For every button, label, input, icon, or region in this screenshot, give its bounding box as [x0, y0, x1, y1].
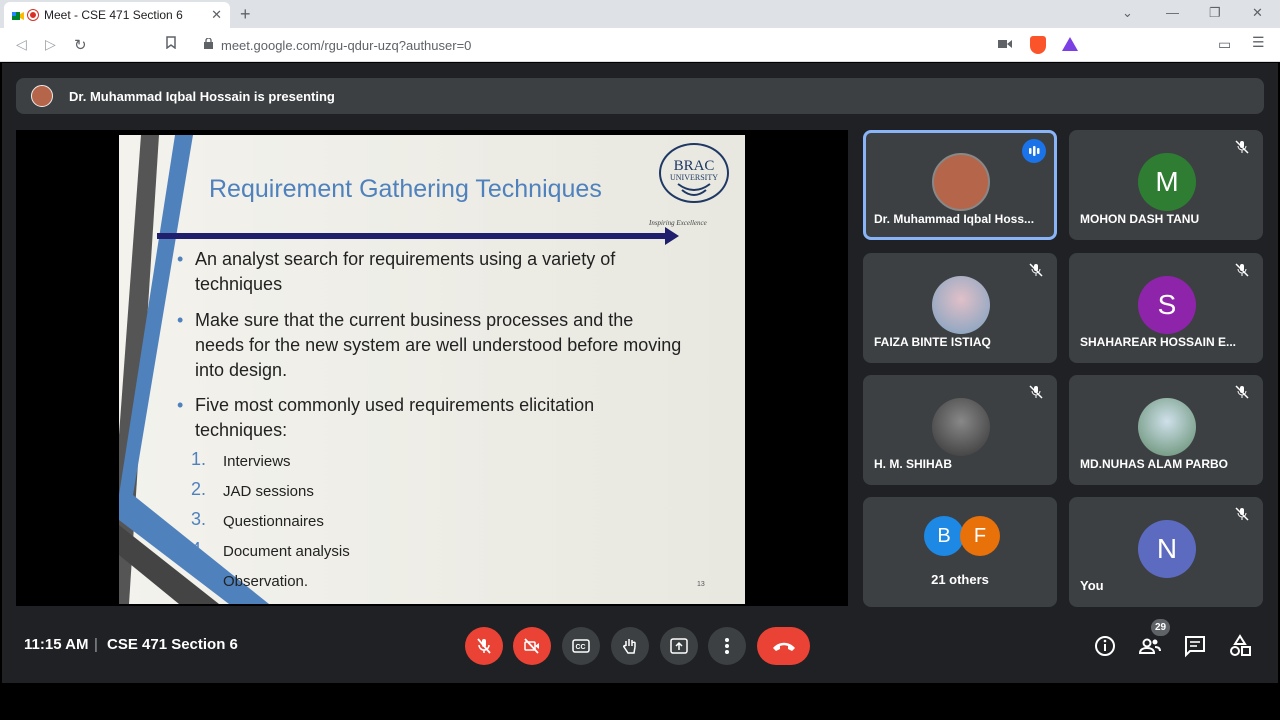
title-underline-arrow — [157, 233, 667, 239]
participant-tile[interactable]: FAIZA BINTE ISTIAQ — [863, 253, 1057, 363]
participant-name: H. M. SHIHAB — [874, 457, 952, 471]
url-text: meet.google.com/rgu-qdur-uzq?authuser=0 — [221, 37, 472, 53]
present-icon — [670, 638, 688, 654]
participant-name: Dr. Muhammad Iqbal Hoss... — [874, 212, 1035, 226]
mic-off-icon — [477, 638, 491, 654]
reload-icon[interactable]: ↻ — [74, 36, 87, 54]
mic-off-icon — [1029, 263, 1043, 277]
mic-off-icon — [1235, 507, 1249, 521]
participant-count-badge: 29 — [1151, 619, 1170, 636]
numbered-item: 3. Questionnaires — [191, 509, 324, 530]
self-avatar: N — [1138, 520, 1196, 578]
captions-button[interactable]: CC — [562, 627, 600, 665]
new-tab-icon[interactable]: + — [240, 4, 251, 25]
numbered-item: Observation. — [223, 573, 309, 590]
browser-tab[interactable]: Meet - CSE 471 Section 6 ✕ — [4, 2, 230, 28]
browser-menu-icon[interactable]: ☰ — [1252, 34, 1265, 51]
participant-photo — [932, 398, 990, 456]
participant-tile[interactable]: H. M. SHIHAB — [863, 375, 1057, 485]
leave-call-button[interactable] — [757, 627, 810, 665]
minimize-icon[interactable]: — — [1166, 5, 1179, 20]
participant-avatar: F — [960, 516, 1000, 556]
camera-toggle-button[interactable] — [513, 627, 551, 665]
meeting-name[interactable]: CSE 471 Section 6 — [107, 636, 238, 653]
mic-off-icon — [1235, 140, 1249, 154]
participant-tile[interactable]: Dr. Muhammad Iqbal Hoss... — [863, 130, 1057, 240]
forward-icon[interactable]: ▷ — [45, 36, 56, 53]
url-field[interactable]: meet.google.com/rgu-qdur-uzq?authuser=0 — [196, 32, 1026, 58]
tab-title: Meet - CSE 471 Section 6 — [44, 8, 183, 22]
meeting-details-icon[interactable] — [1093, 634, 1117, 658]
self-tile[interactable]: N You — [1069, 497, 1263, 607]
back-icon[interactable]: ◁ — [16, 36, 27, 53]
mic-off-icon — [1235, 385, 1249, 399]
raise-hand-button[interactable] — [611, 627, 649, 665]
mic-toggle-button[interactable] — [465, 627, 503, 665]
close-window-icon[interactable]: ✕ — [1252, 5, 1263, 21]
hang-up-icon — [773, 642, 795, 651]
more-vert-icon — [725, 638, 729, 654]
meeting-time: 11:15 AM — [24, 636, 89, 653]
tab-search-icon[interactable]: ⌄ — [1122, 5, 1133, 21]
lock-icon[interactable] — [204, 37, 213, 52]
participant-photo — [1138, 398, 1196, 456]
slide-page-number: 13 — [697, 581, 705, 588]
bullet-item: • Make sure that the current business pro… — [177, 310, 682, 380]
participant-name: SHAHAREAR HOSSAIN E... — [1080, 335, 1237, 349]
presenting-banner: Dr. Muhammad Iqbal Hossain is presenting — [16, 78, 1264, 114]
slide: Requirement Gathering Techniques BRAC UN… — [119, 135, 745, 604]
svg-text:CC: CC — [576, 644, 586, 651]
hand-icon — [623, 639, 636, 654]
browser-tab-bar: Meet - CSE 471 Section 6 ✕ + ⌄ — ❐ ✕ — [0, 0, 1280, 28]
participant-name: MOHON DASH TANU — [1080, 212, 1200, 226]
self-name: You — [1080, 578, 1104, 593]
brave-shield-icon[interactable] — [1030, 36, 1046, 54]
participant-photo — [932, 276, 990, 334]
participant-tile[interactable]: MD.NUHAS ALAM PARBO — [1069, 375, 1263, 485]
activities-icon[interactable] — [1228, 634, 1252, 658]
captions-icon: CC — [572, 639, 590, 653]
slide-title: Requirement Gathering Techniques — [209, 175, 602, 203]
bullet-item: • Five most commonly used requirements el… — [177, 395, 595, 440]
mic-off-icon — [1029, 385, 1043, 399]
people-icon[interactable] — [1138, 634, 1162, 658]
participant-name: FAIZA BINTE ISTIAQ — [874, 335, 991, 349]
logo-tagline: Inspiring Excellence — [649, 219, 707, 227]
more-options-button[interactable] — [708, 627, 746, 665]
participant-tile[interactable]: S SHAHAREAR HOSSAIN E... — [1069, 253, 1263, 363]
numbered-item: 4. Document analysis — [191, 539, 350, 560]
address-bar: ◁ ▷ ↻ meet.google.com/rgu-qdur-uzq?authu… — [0, 28, 1280, 62]
participant-avatar: M — [1138, 153, 1196, 211]
presenter-avatar — [31, 85, 53, 107]
participant-photo — [932, 153, 990, 211]
separator: | — [94, 636, 98, 653]
meet-favicon-icon — [12, 9, 24, 21]
participant-avatar: B — [924, 516, 964, 556]
others-tile[interactable]: B F 21 others — [863, 497, 1057, 607]
participant-name: MD.NUHAS ALAM PARBO — [1080, 457, 1228, 471]
brave-rewards-icon[interactable] — [1062, 37, 1078, 51]
mic-off-icon — [1235, 263, 1249, 277]
speaking-indicator-icon — [1022, 139, 1046, 163]
close-tab-icon[interactable]: ✕ — [211, 7, 222, 23]
numbered-item: 1. Interviews — [191, 449, 291, 470]
wallet-icon[interactable]: ▭ — [1218, 36, 1231, 53]
bullet-item: • An analyst search for requirements usin… — [177, 249, 616, 294]
recording-icon — [28, 10, 38, 20]
numbered-item: 2. JAD sessions — [191, 479, 314, 500]
presenting-text: Dr. Muhammad Iqbal Hossain is presenting — [69, 88, 335, 104]
bookmark-icon[interactable] — [166, 36, 176, 52]
others-count: 21 others — [931, 572, 989, 587]
camera-off-icon — [524, 638, 539, 654]
maximize-icon[interactable]: ❐ — [1209, 5, 1221, 21]
participant-avatar: S — [1138, 276, 1196, 334]
arrow-head — [665, 227, 679, 245]
present-button[interactable] — [660, 627, 698, 665]
brac-logo: BRAC UNIVERSITY — [659, 143, 729, 203]
camera-in-use-icon[interactable] — [998, 38, 1012, 52]
screen: Meet - CSE 471 Section 6 ✕ + ⌄ — ❐ ✕ ◁ ▷… — [0, 0, 1280, 720]
participant-tile[interactable]: M MOHON DASH TANU — [1069, 130, 1263, 240]
chat-icon[interactable] — [1183, 634, 1207, 658]
